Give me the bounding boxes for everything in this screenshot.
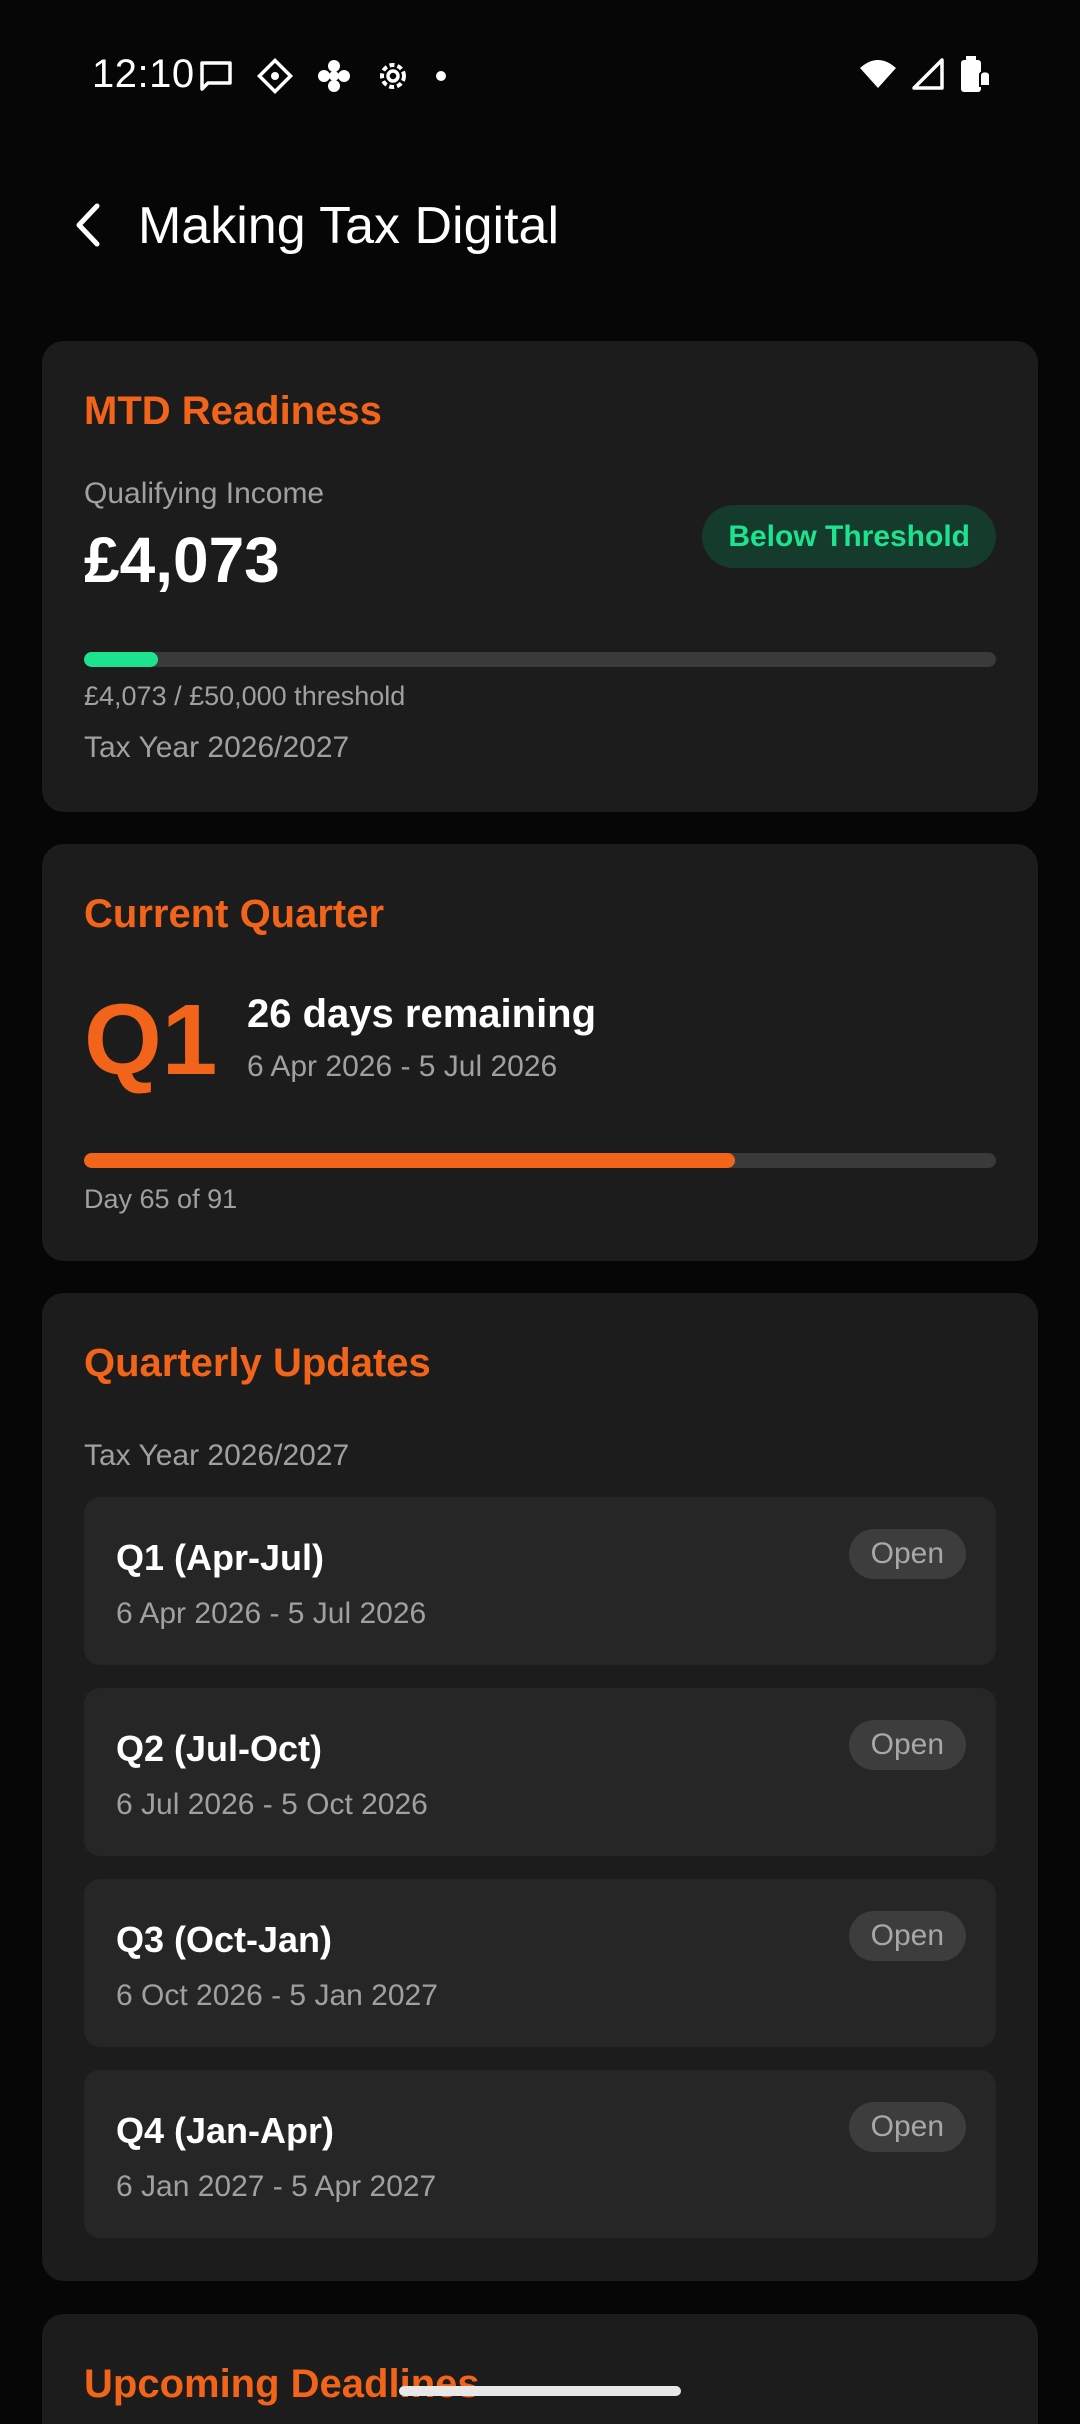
app-bar: Making Tax Digital <box>0 180 1080 270</box>
cellular-signal-icon <box>912 57 944 95</box>
quarter-status-badge: Open <box>848 1529 966 1579</box>
status-right-icons <box>858 54 992 99</box>
quarter-item-range: 6 Jul 2026 - 5 Oct 2026 <box>116 1788 428 1821</box>
days-remaining: 26 days remaining <box>247 992 597 1036</box>
quarter-item-range: 6 Jan 2027 - 5 Apr 2027 <box>116 2170 437 2203</box>
dot-icon <box>434 69 448 83</box>
home-indicator[interactable] <box>399 2386 681 2396</box>
qualifying-income-label: Qualifying Income <box>84 477 325 510</box>
quarter-item-q1[interactable]: Q1 (Apr-Jul) 6 Apr 2026 - 5 Jul 2026 Ope… <box>84 1497 996 1665</box>
battery-icon <box>958 54 992 99</box>
status-left-icons <box>198 56 448 96</box>
quarterly-updates-tax-year: Tax Year 2026/2027 <box>84 1439 350 1472</box>
quarter-progress-fill <box>84 1153 736 1168</box>
settings-icon <box>374 57 412 95</box>
quarter-item-q2[interactable]: Q2 (Jul-Oct) 6 Jul 2026 - 5 Oct 2026 Ope… <box>84 1688 996 1856</box>
mtd-readiness-card: MTD Readiness Qualifying Income £4,073 B… <box>42 341 1038 812</box>
quarter-status-badge: Open <box>848 1911 966 1961</box>
quarter-progress-bar <box>84 1153 996 1168</box>
current-quarter-label: Q1 <box>84 984 218 1096</box>
quarterly-updates-card: Quarterly Updates Tax Year 2026/2027 Q1 … <box>42 1293 1038 2281</box>
current-quarter-title: Current Quarter <box>84 892 385 936</box>
upcoming-deadlines-title: Upcoming Deadlines <box>84 2362 480 2406</box>
quarter-day-text: Day 65 of 91 <box>84 1184 238 1214</box>
quarter-item-name: Q2 (Jul-Oct) <box>116 1728 323 1769</box>
quarter-item-name: Q4 (Jan-Apr) <box>116 2110 335 2151</box>
asterisk-app-icon <box>316 58 352 94</box>
quarter-item-q4[interactable]: Q4 (Jan-Apr) 6 Jan 2027 - 5 Apr 2027 Ope… <box>84 2070 996 2238</box>
income-progress-fill <box>84 652 159 667</box>
status-bar: 12:10 <box>0 0 1080 150</box>
current-quarter-card: Current Quarter Q1 26 days remaining 6 A… <box>42 844 1038 1261</box>
income-progress-text: £4,073 / £50,000 threshold <box>84 681 406 711</box>
current-quarter-range: 6 Apr 2026 - 5 Jul 2026 <box>247 1050 558 1083</box>
readiness-tax-year: Tax Year 2026/2027 <box>84 731 350 764</box>
qualifying-income-amount: £4,073 <box>84 524 280 596</box>
mtd-readiness-title: MTD Readiness <box>84 389 382 433</box>
upcoming-deadlines-card: Upcoming Deadlines <box>42 2314 1038 2424</box>
quarter-item-name: Q3 (Oct-Jan) <box>116 1919 333 1960</box>
wifi-icon <box>858 58 898 95</box>
page-title: Making Tax Digital <box>138 197 560 255</box>
chevron-left-icon <box>76 203 100 247</box>
diamond-app-icon <box>256 57 294 95</box>
threshold-status-badge: Below Threshold <box>702 505 996 568</box>
message-icon <box>198 59 234 93</box>
income-progress-bar <box>84 652 996 667</box>
quarter-item-range: 6 Apr 2026 - 5 Jul 2026 <box>116 1597 427 1630</box>
quarter-item-range: 6 Oct 2026 - 5 Jan 2027 <box>116 1979 438 2012</box>
quarter-item-q3[interactable]: Q3 (Oct-Jan) 6 Oct 2026 - 5 Jan 2027 Ope… <box>84 1879 996 2047</box>
quarterly-updates-title: Quarterly Updates <box>84 1341 431 1385</box>
quarter-status-badge: Open <box>848 1720 966 1770</box>
quarter-item-name: Q1 (Apr-Jul) <box>116 1537 325 1578</box>
quarter-status-badge: Open <box>848 2102 966 2152</box>
status-time: 12:10 <box>92 52 195 96</box>
back-button[interactable] <box>56 192 122 258</box>
screen: 12:10 Making Tax Digital MTD Readiness Q… <box>0 0 1080 2424</box>
